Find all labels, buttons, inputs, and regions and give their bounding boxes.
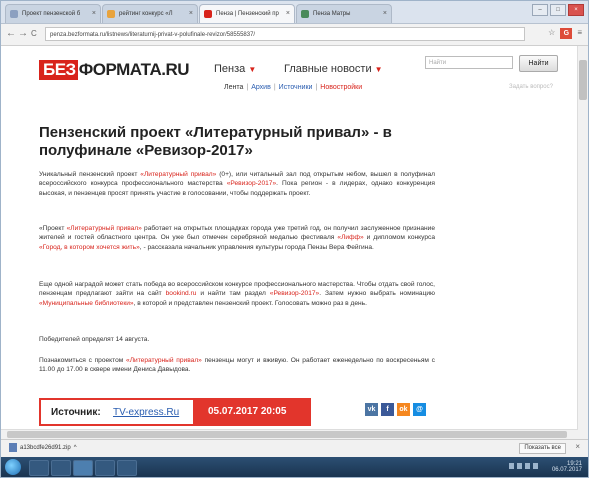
horizontal-scrollbar[interactable]	[1, 429, 578, 439]
maximize-icon[interactable]: □	[550, 4, 566, 16]
sub-navigation: Лента | Архив | Источники | Новостройки	[224, 84, 363, 91]
tab-2[interactable]: рейтинг конкурс «Л ×	[102, 4, 198, 23]
download-item[interactable]: a13bcdfe26d91.zip ^	[9, 443, 77, 452]
link-bookind[interactable]: bookind.ru	[166, 290, 197, 297]
tab-close-icon[interactable]: ×	[383, 5, 387, 23]
article-paragraph-3: Еще одной наградой может стать победа во…	[39, 281, 436, 307]
source-inner: Источник: TV-express.Ru	[41, 400, 193, 424]
source-link[interactable]: TV-express.Ru	[113, 407, 179, 418]
tab-favicon-icon	[10, 10, 18, 18]
link-literary-halt[interactable]: «Литературный привал»	[67, 225, 142, 232]
web-page: БЕЗ ФОРМАТА.RU Пенза ▼ Главные новости ▼…	[1, 46, 588, 439]
star-icon[interactable]: ☆	[548, 28, 555, 39]
nav-new-buildings[interactable]: Новостройки	[320, 84, 362, 91]
link-revizor[interactable]: «Ревизор-2017»	[227, 180, 276, 187]
minimize-icon[interactable]: –	[532, 4, 548, 16]
vk-share-icon[interactable]: vk	[365, 403, 378, 416]
reload-icon[interactable]: C	[31, 29, 37, 38]
tab-4[interactable]: Пенза Матры ×	[296, 4, 392, 23]
tray-icon[interactable]	[517, 463, 522, 469]
dropdown-triangle-icon: ▼	[248, 65, 257, 74]
browser-window: Проект пензенской б × рейтинг конкурс «Л…	[0, 0, 589, 478]
tab-label: Проект пензенской б	[22, 11, 81, 17]
article-paragraph-4: Победителей определят 14 августа.	[39, 336, 150, 343]
taskbar: 19:21 06.07.2017	[1, 457, 588, 477]
chrome-taskbar-icon[interactable]	[73, 460, 93, 476]
tray-icon[interactable]	[509, 463, 514, 469]
back-icon[interactable]: ←	[6, 28, 16, 39]
odnoklassniki-share-icon[interactable]: ok	[397, 403, 410, 416]
tab-strip: Проект пензенской б × рейтинг конкурс «Л…	[1, 1, 588, 24]
download-filename: a13bcdfe26d91.zip	[20, 444, 71, 451]
explorer-taskbar-icon[interactable]	[29, 460, 49, 476]
tab-close-icon[interactable]: ×	[286, 5, 290, 23]
tab-close-icon[interactable]: ×	[92, 5, 96, 23]
system-tray	[509, 463, 538, 469]
share-buttons: vk f ok @	[365, 403, 426, 416]
dropdown-triangle-icon: ▼	[374, 65, 383, 74]
toolbar-icons: ☆ G ≡	[548, 28, 582, 39]
article-paragraph-5: Познакомиться с проектом «Литературный п…	[39, 357, 435, 374]
logo-bez: БЕЗ	[39, 60, 78, 80]
show-all-downloads-button[interactable]: Показать все	[519, 443, 566, 454]
clock[interactable]: 19:21 06.07.2017	[552, 461, 582, 473]
start-button-icon[interactable]	[5, 459, 21, 475]
city-label: Пенза	[214, 63, 246, 75]
ask-question-link[interactable]: Задать вопрос?	[509, 84, 553, 90]
horizontal-scrollbar-thumb[interactable]	[7, 431, 567, 438]
link-revizor[interactable]: «Ревизор-2017»	[270, 290, 319, 297]
link-municipal-libraries[interactable]: «Муниципальные библиотеки»	[39, 300, 134, 307]
link-city-contest[interactable]: «Город, в котором хочется жить»	[39, 244, 140, 251]
source-box: Источник: TV-express.Ru 05.07.2017 20:05	[39, 398, 311, 426]
tab-favicon-icon	[107, 10, 115, 18]
main-news-label: Главные новости	[284, 63, 372, 75]
file-icon	[9, 443, 17, 452]
logo-rest: ФОРМАТА.RU	[78, 60, 190, 79]
tab-1[interactable]: Проект пензенской б ×	[5, 4, 101, 23]
close-window-icon[interactable]: ×	[568, 4, 584, 16]
network-icon[interactable]	[533, 463, 538, 469]
source-label: Источник:	[51, 407, 101, 418]
url-field[interactable]: penza.bezformata.ru/listnews/literaturni…	[45, 27, 525, 41]
search-input[interactable]: Найти	[425, 56, 513, 69]
clock-date: 06.07.2017	[551, 467, 582, 473]
tab-close-icon[interactable]: ×	[189, 5, 193, 23]
chevron-up-icon[interactable]: ^	[74, 445, 77, 451]
tab-label: Пенза Матры	[313, 11, 351, 17]
nav-sources[interactable]: Источники	[279, 84, 313, 91]
tab-favicon-icon	[301, 10, 309, 18]
search-button[interactable]: Найти	[519, 55, 558, 72]
city-selector[interactable]: Пенза ▼	[214, 63, 256, 75]
tab-favicon-icon	[204, 10, 212, 18]
scrollbar-thumb[interactable]	[579, 60, 587, 100]
mail-share-icon[interactable]: @	[413, 403, 426, 416]
window-controls: – □ ×	[532, 4, 584, 16]
close-download-bar-icon[interactable]: ×	[575, 442, 580, 451]
tab-label: Пенза | Пензенский пр	[216, 11, 279, 17]
vertical-scrollbar[interactable]	[577, 46, 588, 439]
article-headline: Пензенский проект «Литературный привал» …	[39, 124, 392, 159]
app-taskbar-icon[interactable]	[95, 460, 115, 476]
link-liff[interactable]: «Лифф»	[337, 234, 363, 241]
download-bar: a13bcdfe26d91.zip ^ Показать все ×	[1, 439, 588, 457]
media-taskbar-icon[interactable]	[51, 460, 71, 476]
volume-icon[interactable]	[525, 463, 530, 469]
tab-label: рейтинг конкурс «Л	[119, 11, 173, 17]
nav-feed[interactable]: Лента	[224, 84, 243, 91]
app2-taskbar-icon[interactable]	[117, 460, 137, 476]
link-literary-halt[interactable]: «Литературный привал»	[126, 357, 202, 364]
article-paragraph-2: «Проект «Литературный привал» работает н…	[39, 225, 435, 251]
article-paragraph-1: Уникальный пензенский проект «Литературн…	[39, 171, 435, 197]
forward-icon[interactable]: →	[18, 28, 28, 39]
main-news-menu[interactable]: Главные новости ▼	[284, 63, 383, 75]
nav-archive[interactable]: Архив	[251, 84, 271, 91]
facebook-share-icon[interactable]: f	[381, 403, 394, 416]
link-literary-halt[interactable]: «Литературный привал»	[140, 171, 216, 178]
tab-3-active[interactable]: Пенза | Пензенский пр ×	[199, 4, 295, 23]
menu-icon[interactable]: ≡	[577, 28, 582, 39]
gplus-icon[interactable]: G	[560, 28, 573, 39]
address-bar-row: ← → C penza.bezformata.ru/listnews/liter…	[1, 24, 588, 46]
site-logo[interactable]: БЕЗ ФОРМАТА.RU	[39, 60, 190, 80]
source-date: 05.07.2017 20:05	[208, 406, 287, 417]
